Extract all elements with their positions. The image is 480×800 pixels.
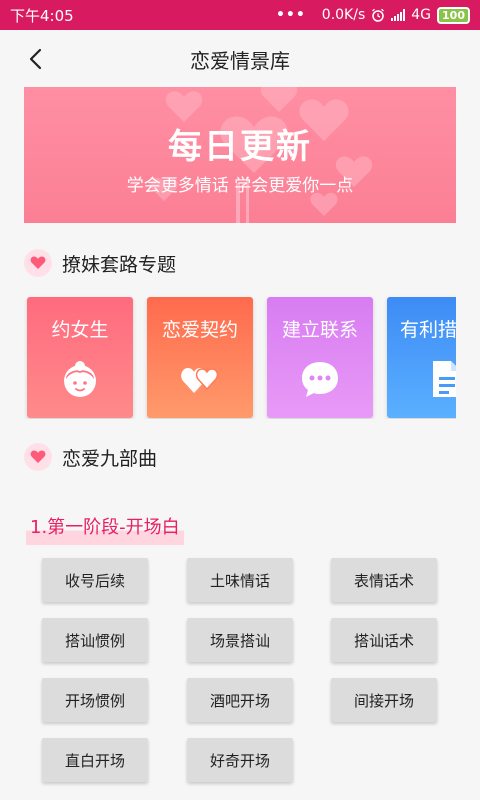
heart-icon [24,443,52,471]
header: 恋爱情景库 [0,30,480,88]
document-icon [433,361,456,397]
scenario-button[interactable]: 表情话术 [331,558,437,602]
topic-card-label: 有利措 [400,319,456,341]
chat-bubble-icon [302,362,338,397]
chevron-left-icon[interactable] [22,44,52,74]
scenario-button[interactable]: 场景搭讪 [187,618,293,662]
status-time: 下午4:05 [10,6,74,25]
daily-update-banner[interactable]: 每日更新 学会更多情话 学会更爱你一点 [24,87,456,223]
topic-card-label: 建立联系 [281,319,358,341]
topic-card-date-girls[interactable]: 约女生 [27,297,133,418]
banner-title: 每日更新 [168,127,312,167]
section-nine-title: 恋爱九部曲 [62,447,158,470]
signal-icon [391,9,406,21]
battery-icon: 100 [437,6,470,24]
page-title: 恋爱情景库 [190,48,290,73]
topic-card-love-contract[interactable]: 恋爱契约 [147,297,253,418]
more-notifications-icon: ••• [275,7,306,23]
section-topics-title: 撩妹套路专题 [62,253,177,276]
scenario-button[interactable]: 搭讪惯例 [42,618,148,662]
scenario-button[interactable]: 间接开场 [331,678,437,722]
alarm-icon [372,8,385,22]
scenario-button[interactable]: 开场惯例 [42,678,148,722]
network-type: 4G [411,7,432,23]
status-indicators: ••• 0.0K/s 4G 100 [275,6,470,24]
network-speed: 0.0K/s [321,7,366,23]
scenario-button[interactable]: 酒吧开场 [187,678,293,722]
scenario-button[interactable]: 土味情话 [187,558,293,602]
banner-subtitle: 学会更多情话 学会更爱你一点 [126,176,354,196]
scenario-button[interactable]: 收号后续 [42,558,148,602]
scenario-button[interactable]: 直白开场 [42,738,148,782]
scenario-button[interactable]: 好奇开场 [187,738,293,782]
topic-card-advantage[interactable]: 有利措 [387,297,456,418]
topic-cards: 约女生 恋爱契约 建立联系 有利措 [24,295,456,419]
two-hearts-icon [181,368,219,393]
topic-card-label: 恋爱契约 [161,319,238,341]
topic-card-build-connection[interactable]: 建立联系 [267,297,373,418]
topic-card-label: 约女生 [51,319,109,341]
stage-title: 1.第一阶段-开场白 [26,513,184,545]
heart-icon [24,249,52,277]
section-topics-header: 撩妹套路专题 [24,249,176,277]
section-nine-header: 恋爱九部曲 [24,443,157,471]
scenario-button[interactable]: 搭讪话术 [331,618,437,662]
status-bar: 下午4:05 ••• 0.0K/s 4G 100 [0,0,480,30]
girl-face-icon [64,361,96,397]
